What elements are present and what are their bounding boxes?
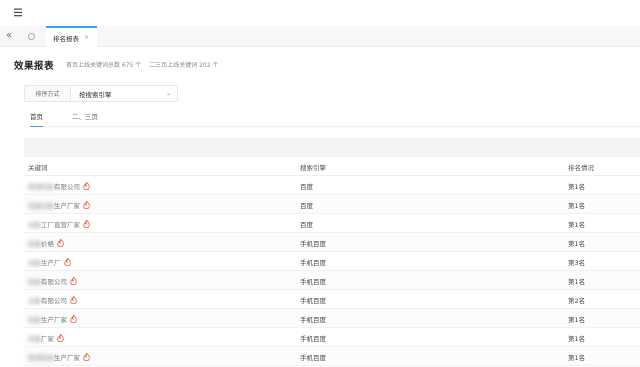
engine-cell: 手机百度 (300, 335, 326, 343)
keyword-text: 价格 (41, 240, 54, 248)
rank-cell: 第1名 (568, 278, 586, 286)
keyword-text: 厂家 (41, 335, 54, 343)
column-rank: 排名情况 (568, 164, 594, 172)
top-bar (0, 0, 640, 26)
keyword-text: 有限公司 (41, 297, 67, 305)
close-icon[interactable]: × (84, 34, 89, 41)
page-title: 效果报表 (14, 61, 55, 72)
engine-cell: 百度 (300, 202, 313, 210)
rank-cell: 第3名 (568, 259, 586, 267)
engine-cell: 手机百度 (300, 240, 326, 248)
engine-cell: 手机百度 (300, 297, 326, 305)
rank-cell: 第1名 (568, 335, 586, 343)
tab-ranking-report[interactable]: 排名报表 × (46, 26, 97, 47)
table-row: 设备有限公司 手机百度 第2名 (24, 290, 640, 309)
double-chevron-left-icon[interactable]: « (6, 30, 12, 41)
tab-label: 排名报表 (53, 34, 79, 43)
keyword-text: 生产厂家 (54, 202, 80, 210)
tab-second-third-page[interactable]: 二、三页 (72, 111, 98, 127)
keyword-text: 有限公司 (54, 183, 80, 191)
table-row: 机器生产厂家 手机百度 第1名 (24, 309, 640, 328)
table-header: 关键词 搜索引擎 排名情况 (24, 157, 640, 176)
column-keyword: 关键词 (28, 164, 48, 172)
ranking-table: 关键词 搜索引擎 排名情况 聚通机械有限公司 百度 第1名 机器设备生产厂家 百度 第1名… (24, 138, 640, 366)
fire-icon (63, 258, 71, 266)
keyword-cell: 设备生产厂 (28, 257, 71, 267)
keyword-text: 有限公司 (41, 278, 67, 286)
rank-cell: 第1名 (568, 354, 586, 362)
keyword-cell: 机器设备生产厂家 (28, 200, 90, 210)
table-row: 聚通机械有限公司 百度 第1名 (24, 176, 640, 195)
rank-cell: 第1名 (568, 183, 586, 191)
fire-icon (57, 239, 64, 247)
summary-first-page: 首页上线关键词总数 675 个 (66, 62, 142, 69)
fire-icon (83, 182, 90, 190)
keyword-cell: 聚通机械生产厂家 (28, 352, 90, 362)
table-row: 机器厂家 手机百度 第1名 (24, 328, 640, 347)
keyword-hidden-part: 机械 (28, 278, 41, 286)
keyword-hidden-part: 设备 (28, 221, 41, 229)
refresh-icon[interactable] (28, 33, 35, 40)
main-content: 效果报表 首页上线关键词总数 675 个 二三页上线关键词 202 个 排序方式… (0, 47, 640, 367)
sort-label: 排序方式 (25, 86, 71, 101)
keyword-hidden-part: 聚通机械 (28, 183, 54, 191)
keyword-text: 生产厂 (41, 259, 61, 267)
engine-cell: 百度 (300, 183, 313, 191)
rank-cell: 第2名 (568, 297, 586, 305)
tab-bar: « 排名报表 × (0, 26, 640, 47)
keyword-text: 生产厂家 (54, 354, 80, 362)
table-row: 设备生产厂 手机百度 第3名 (24, 252, 640, 271)
table-body: 聚通机械有限公司 百度 第1名 机器设备生产厂家 百度 第1名 设备工厂直营厂家 百度 第1名机… (24, 176, 640, 366)
fire-icon (70, 277, 77, 285)
keyword-hidden-part: 机器 (28, 335, 41, 343)
summary-stats: 首页上线关键词总数 675 个 二三页上线关键词 202 个 (66, 60, 224, 69)
rank-cell: 第1名 (568, 221, 586, 229)
rank-cell: 第1名 (568, 202, 586, 210)
keyword-hidden-part: 设备 (28, 259, 41, 267)
keyword-cell: 聚通机械有限公司 (28, 181, 90, 191)
page-tabs: 首页 二、三页 (24, 109, 640, 127)
keyword-cell: 机器生产厂家 (28, 314, 77, 324)
column-engine: 搜索引擎 (300, 164, 326, 172)
fire-icon (83, 220, 90, 228)
keyword-cell: 机器厂家 (28, 333, 64, 343)
rank-cell: 第1名 (568, 316, 586, 324)
keyword-cell: 设备有限公司 (28, 295, 77, 305)
fire-icon (83, 201, 90, 209)
fire-icon (70, 315, 77, 323)
fire-icon (70, 296, 77, 304)
table-row: 机器价格 手机百度 第1名 (24, 233, 640, 252)
engine-cell: 手机百度 (300, 354, 326, 362)
keyword-cell: 设备工厂直营厂家 (28, 219, 90, 229)
keyword-hidden-part: 设备 (28, 297, 41, 305)
engine-cell: 手机百度 (300, 278, 326, 286)
tab-first-page[interactable]: 首页 (30, 111, 43, 127)
keyword-text: 生产厂家 (41, 316, 67, 324)
keyword-hidden-part: 机器设备 (28, 202, 54, 210)
engine-cell: 手机百度 (300, 316, 326, 324)
keyword-text: 工厂直营厂家 (41, 221, 80, 229)
table-row: 机械有限公司 手机百度 第1名 (24, 271, 640, 290)
summary-second-third-page: 二三页上线关键词 202 个 (149, 62, 219, 69)
table-row: 设备工厂直营厂家 百度 第1名 (24, 214, 640, 233)
rank-cell: 第1名 (568, 240, 586, 248)
sort-select[interactable]: 排序方式 按搜索引擎 ⌄ (24, 85, 178, 102)
fire-icon (83, 353, 90, 361)
engine-cell: 百度 (300, 221, 313, 229)
keyword-cell: 机器价格 (28, 238, 64, 248)
table-row: 聚通机械生产厂家 手机百度 第1名 (24, 347, 640, 366)
sort-value[interactable]: 按搜索引擎 (79, 86, 112, 101)
engine-cell: 手机百度 (300, 259, 326, 267)
fire-icon (57, 334, 64, 342)
table-row: 机器设备生产厂家 百度 第1名 (24, 195, 640, 214)
chevron-down-icon[interactable]: ⌄ (166, 90, 171, 97)
table-toolbar (24, 138, 640, 157)
keyword-cell: 机械有限公司 (28, 276, 77, 286)
keyword-hidden-part: 机器 (28, 240, 41, 248)
menu-icon[interactable] (14, 8, 23, 17)
keyword-hidden-part: 聚通机械 (28, 354, 54, 362)
keyword-hidden-part: 机器 (28, 316, 41, 324)
